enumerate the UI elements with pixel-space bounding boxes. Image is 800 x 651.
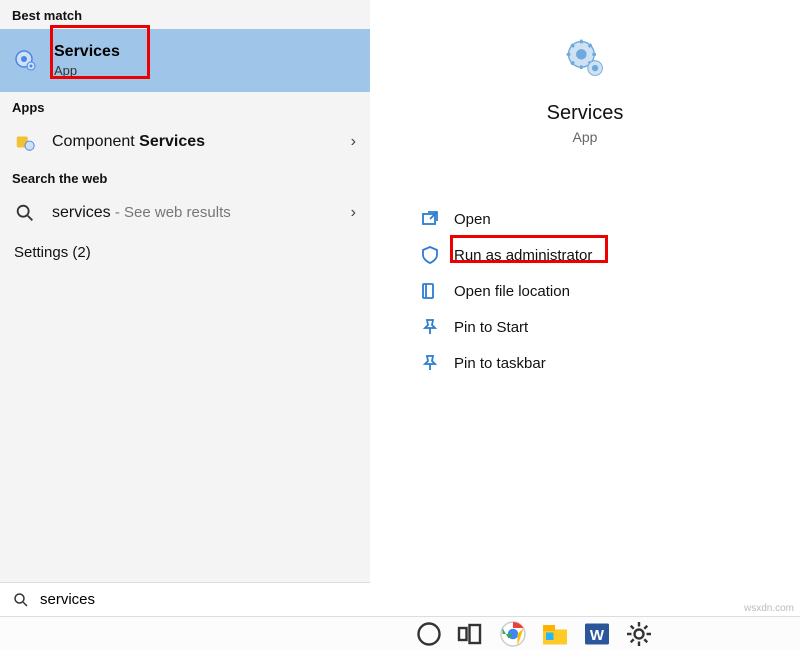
services-gear-icon [14,49,38,73]
shield-icon [420,245,440,265]
action-pin-to-start[interactable]: Pin to Start [420,309,800,345]
action-label: Pin to Start [454,319,528,336]
services-gear-icon [563,36,607,80]
best-match-title: Services [54,43,120,61]
chrome-icon[interactable] [498,617,528,651]
apps-result-label: Component Services [52,133,351,151]
action-label: Open file location [454,283,570,300]
action-label: Open [454,211,491,228]
search-icon [12,591,30,609]
action-list: Open Run as administrator Open file loca… [370,201,800,381]
pin-icon [420,317,440,337]
search-input[interactable] [40,591,358,608]
file-explorer-icon[interactable] [540,617,570,651]
action-label: Run as administrator [454,247,592,264]
svg-text:W: W [590,627,605,644]
chevron-right-icon: › [351,204,356,222]
open-icon [420,209,440,229]
best-match-header: Best match [0,0,370,29]
action-label: Pin to taskbar [454,355,546,372]
apps-header: Apps [0,92,370,121]
action-open-file-location[interactable]: Open file location [420,273,800,309]
search-results-panel: Best match Services App Apps Component S… [0,0,370,616]
search-web-header: Search the web [0,163,370,192]
action-run-as-administrator[interactable]: Run as administrator [420,237,800,273]
cortana-icon[interactable] [414,617,444,651]
search-icon [14,202,36,224]
taskbar: W [0,616,800,650]
details-panel: Services App Open Run as administrator O… [370,0,800,616]
action-pin-to-taskbar[interactable]: Pin to taskbar [420,345,800,381]
best-match-result[interactable]: Services App [0,29,370,92]
details-hero: Services App [370,0,800,145]
task-view-icon[interactable] [456,617,486,651]
details-subtitle: App [370,129,800,145]
chevron-right-icon: › [351,133,356,151]
component-services-icon [14,131,36,153]
settings-gear-icon[interactable] [624,617,654,651]
web-result[interactable]: services - See web results › [0,192,370,234]
apps-result-component-services[interactable]: Component Services › [0,121,370,163]
details-title: Services [370,102,800,125]
word-icon[interactable]: W [582,617,612,651]
action-open[interactable]: Open [420,201,800,237]
search-input-bar[interactable] [0,582,370,616]
settings-results-link[interactable]: Settings (2) [0,234,370,271]
best-match-subtitle: App [54,63,120,78]
watermark-text: wsxdn.com [744,603,794,614]
pin-icon [420,353,440,373]
web-result-label: services - See web results [52,204,351,222]
folder-icon [420,281,440,301]
